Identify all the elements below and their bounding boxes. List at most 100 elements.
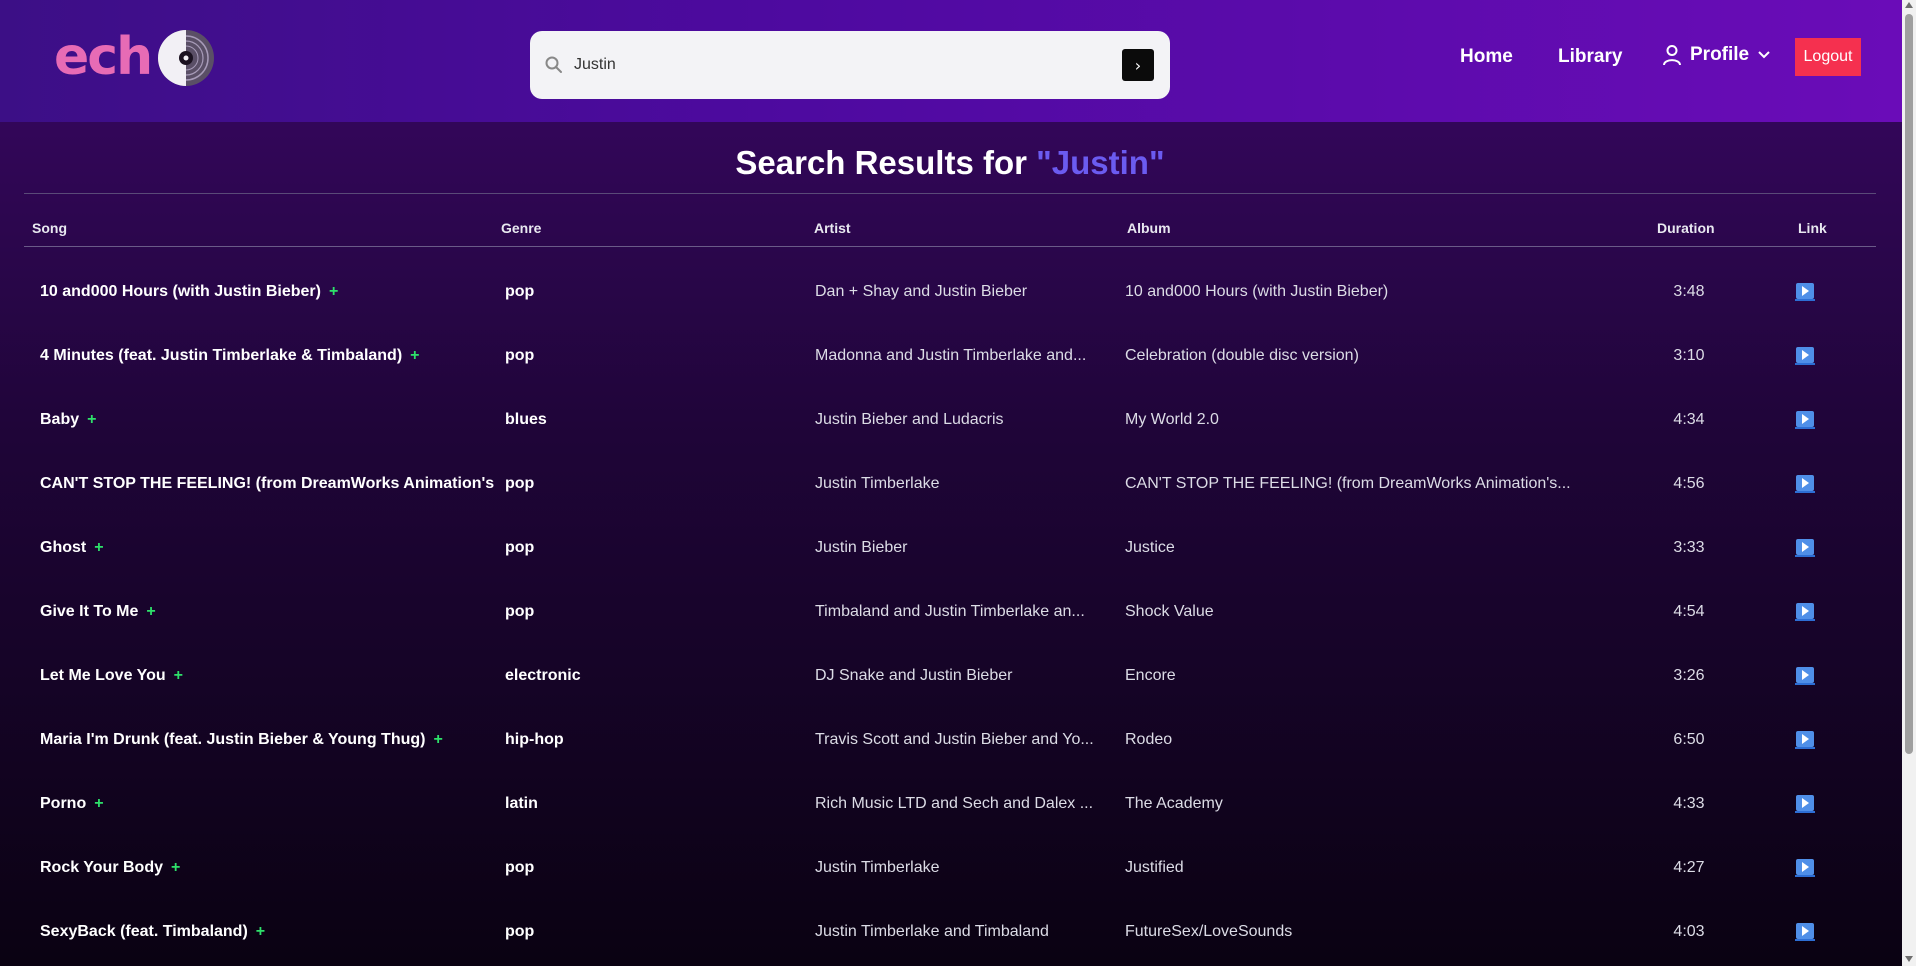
artist-cell: Justin Timberlake: [815, 859, 940, 876]
song-title[interactable]: 4 Minutes (feat. Justin Timberlake & Tim…: [40, 347, 494, 365]
top-navbar: ech › Home Library Profile Logout: [0, 0, 1902, 122]
album-cell: FutureSex/LoveSounds: [1125, 923, 1293, 940]
play-icon[interactable]: [1795, 667, 1815, 685]
add-to-library-button[interactable]: +: [171, 859, 180, 876]
album-cell: Rodeo: [1125, 731, 1173, 748]
genre-cell: pop: [505, 475, 535, 492]
logout-button[interactable]: Logout: [1795, 38, 1861, 76]
song-title[interactable]: Baby +: [40, 411, 494, 429]
artist-cell: Justin Timberlake and Timbaland: [815, 923, 1049, 940]
table-row[interactable]: Ghost + pop Justin Bieber Justice 3:33: [24, 517, 1876, 581]
play-icon[interactable]: [1795, 795, 1815, 813]
play-icon[interactable]: [1795, 539, 1815, 557]
add-to-library-button[interactable]: +: [94, 795, 103, 812]
table-row[interactable]: Baby + blues Justin Bieber and Ludacris M…: [24, 389, 1876, 453]
duration-cell: 6:50: [1673, 731, 1705, 748]
add-to-library-button[interactable]: +: [146, 603, 155, 620]
search-bar: ›: [530, 31, 1170, 99]
add-to-library-button[interactable]: +: [433, 731, 442, 748]
song-title[interactable]: Let Me Love You +: [40, 667, 494, 685]
song-title[interactable]: CAN'T STOP THE FEELING! (from DreamWorks…: [40, 475, 494, 493]
header-genre[interactable]: Genre: [501, 220, 541, 236]
song-title[interactable]: Ghost +: [40, 539, 494, 557]
search-input[interactable]: [574, 45, 1114, 85]
play-icon[interactable]: [1795, 923, 1815, 941]
album-cell: Shock Value: [1125, 603, 1214, 620]
song-title[interactable]: SexyBack (feat. Timbaland) +: [40, 923, 494, 941]
add-to-library-button[interactable]: +: [94, 539, 103, 556]
play-icon[interactable]: [1795, 731, 1815, 749]
play-icon[interactable]: [1795, 603, 1815, 621]
play-icon[interactable]: [1795, 475, 1815, 493]
table-row[interactable]: SexyBack (feat. Timbaland) + pop Justin T…: [24, 901, 1876, 965]
table-row[interactable]: Maria I'm Drunk (feat. Justin Bieber & Y…: [24, 709, 1876, 773]
genre-cell: pop: [505, 283, 535, 300]
profile-label: Profile: [1690, 44, 1750, 65]
artist-cell: Timbaland and Justin Timberlake an...: [815, 603, 1085, 620]
add-to-library-button[interactable]: +: [87, 411, 96, 428]
duration-cell: 3:33: [1673, 539, 1705, 556]
duration-cell: 4:34: [1673, 411, 1705, 428]
svg-text:ech: ech: [54, 27, 151, 87]
duration-cell: 3:48: [1673, 283, 1705, 300]
song-title[interactable]: Give It To Me +: [40, 603, 494, 621]
table-row[interactable]: Rock Your Body + pop Justin Timberlake Ju…: [24, 837, 1876, 901]
duration-cell: 3:10: [1673, 347, 1705, 364]
header-link: Link: [1798, 220, 1827, 236]
artist-cell: Rich Music LTD and Sech and Dalex ...: [815, 795, 1094, 812]
duration-cell: 4:03: [1673, 923, 1705, 940]
play-icon[interactable]: [1795, 859, 1815, 877]
album-cell: Celebration (double disc version): [1125, 347, 1359, 364]
play-icon[interactable]: [1795, 411, 1815, 429]
add-to-library-button[interactable]: +: [174, 667, 183, 684]
add-to-library-button[interactable]: +: [410, 347, 419, 364]
scroll-down-arrow-icon[interactable]: [1905, 956, 1913, 962]
profile-dropdown[interactable]: Profile: [1662, 44, 1771, 66]
artist-cell: Travis Scott and Justin Bieber and Yo...: [815, 731, 1094, 748]
play-icon[interactable]: [1795, 283, 1815, 301]
song-title[interactable]: Maria I'm Drunk (feat. Justin Bieber & Y…: [40, 731, 494, 749]
genre-cell: pop: [505, 539, 535, 556]
header-song[interactable]: Song: [32, 220, 67, 236]
nav-library-link[interactable]: Library: [1558, 46, 1622, 68]
scroll-thumb[interactable]: [1905, 14, 1913, 754]
page-title: Search Results for "Justin": [24, 144, 1876, 182]
artist-cell: Dan + Shay and Justin Bieber: [815, 283, 1028, 300]
duration-cell: 4:33: [1673, 795, 1705, 812]
table-row[interactable]: 10 and000 Hours (with Justin Bieber) + po…: [24, 261, 1876, 325]
header-divider: [24, 246, 1876, 247]
echo-logo[interactable]: ech: [54, 26, 220, 90]
duration-cell: 4:27: [1673, 859, 1705, 876]
table-row[interactable]: Give It To Me + pop Timbaland and Justin …: [24, 581, 1876, 645]
chevron-down-icon: [1758, 51, 1770, 59]
duration-cell: 4:54: [1673, 603, 1705, 620]
page-scrollbar[interactable]: [1902, 0, 1916, 966]
song-title[interactable]: 10 and000 Hours (with Justin Bieber) +: [40, 283, 494, 301]
artist-cell: DJ Snake and Justin Bieber: [815, 667, 1013, 684]
header-album[interactable]: Album: [1127, 220, 1171, 236]
genre-cell: blues: [505, 411, 547, 428]
genre-cell: pop: [505, 923, 535, 940]
table-row[interactable]: Let Me Love You + electronic DJ Snake and…: [24, 645, 1876, 709]
table-row[interactable]: CAN'T STOP THE FEELING! (from DreamWorks…: [24, 453, 1876, 517]
search-icon: [545, 56, 562, 73]
play-icon[interactable]: [1795, 347, 1815, 365]
genre-cell: pop: [505, 859, 535, 876]
user-icon: [1663, 45, 1681, 66]
genre-cell: hip-hop: [505, 731, 564, 748]
header-duration[interactable]: Duration: [1657, 220, 1715, 236]
nav-home-link[interactable]: Home: [1460, 46, 1513, 68]
results-query: "Justin": [1036, 144, 1165, 181]
table-row[interactable]: 4 Minutes (feat. Justin Timberlake & Tim…: [24, 325, 1876, 389]
add-to-library-button[interactable]: +: [329, 283, 338, 300]
search-submit-button[interactable]: ›: [1122, 49, 1154, 81]
header-artist[interactable]: Artist: [814, 220, 851, 236]
scroll-up-arrow-icon[interactable]: [1905, 2, 1913, 8]
duration-cell: 4:56: [1673, 475, 1705, 492]
song-title[interactable]: Rock Your Body +: [40, 859, 494, 877]
add-to-library-button[interactable]: +: [256, 923, 265, 940]
title-divider: [24, 193, 1876, 194]
table-row[interactable]: Porno + latin Rich Music LTD and Sech and…: [24, 773, 1876, 837]
song-title[interactable]: Porno +: [40, 795, 494, 813]
genre-cell: pop: [505, 347, 535, 364]
